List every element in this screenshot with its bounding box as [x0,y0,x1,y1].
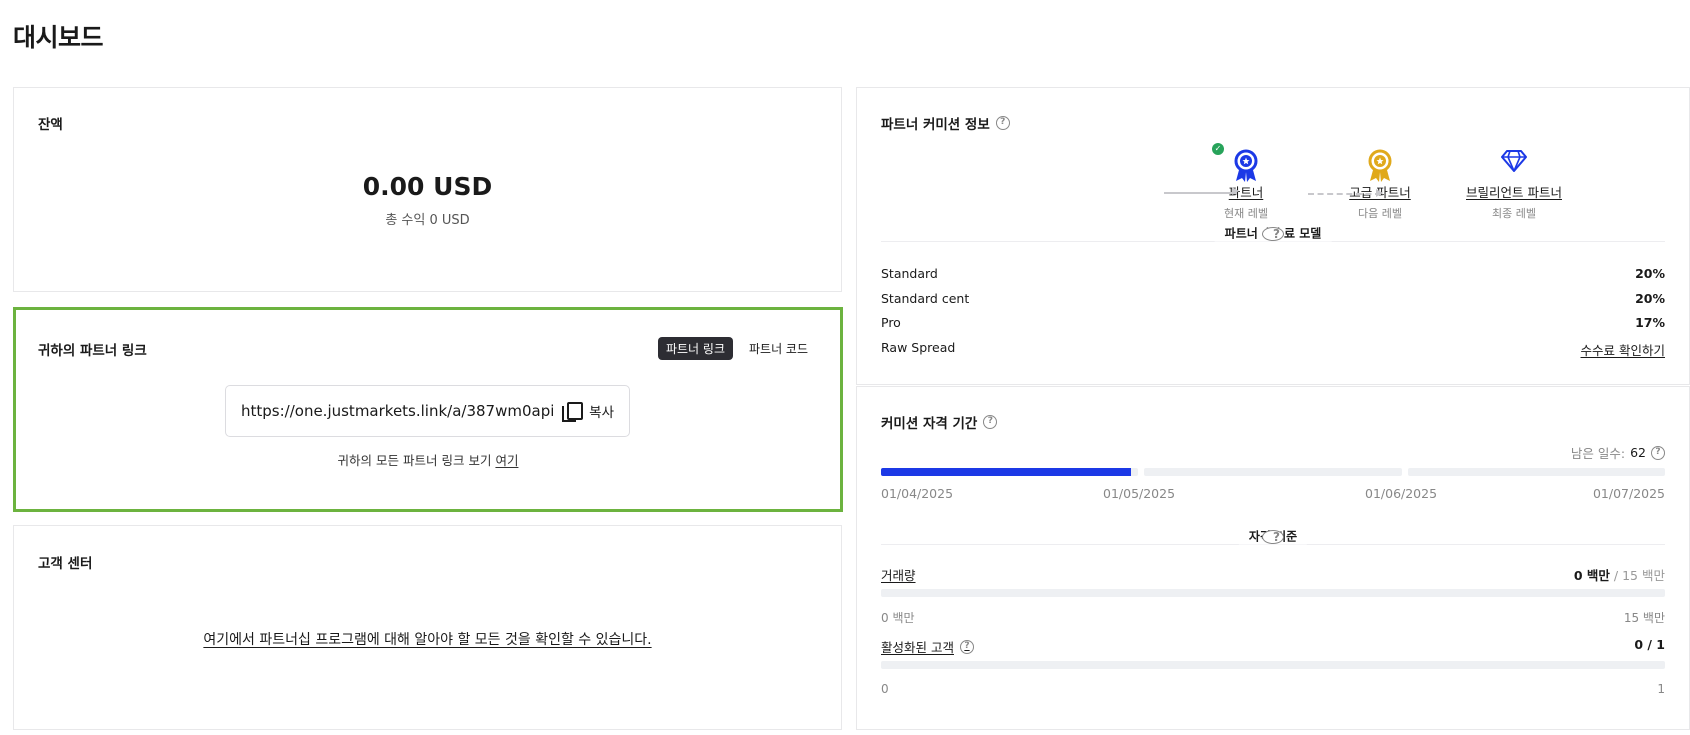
period-segment [1407,468,1665,476]
level-brilliant: 브릴리언트 파트너 최종 레벨 [1454,148,1574,221]
toggle-partner-link[interactable]: 파트너 링크 [657,337,733,360]
rate-value: 17% [1635,315,1665,330]
rate-name: Standard [881,266,938,281]
date-label: 01/04/2025 [881,486,954,501]
date-label: 01/05/2025 [1103,486,1176,501]
commission-card: 파트너 커미션 정보 ? ✓ 파트너 현재 레벨 고급 파트너 다음 레벨 브릴… [856,87,1690,385]
remaining-days: 남은 일수: 62 ? [1571,443,1665,462]
diamond-icon [1501,150,1527,172]
clients-scale: 0 1 [881,682,1665,696]
volume-value: 0 백만 / 15 백만 [1574,565,1665,584]
balance-card: 잔액 0.00 USD 총 수익 0 USD [13,87,842,292]
period-title-text: 커미션 자격 기간 [881,416,978,432]
fee-model-divider: 파트너 수수료 모델 ? [881,224,1665,242]
partner-link-card: 귀하의 파트너 링크 파트너 링크 파트너 코드 https://one.jus… [13,307,843,512]
support-card: 고객 센터 여기에서 파트너십 프로그램에 대해 알아야 할 모든 것을 확인할… [13,525,842,730]
balance-title: 잔액 [38,117,63,133]
criteria-divider: 자격 기준 ? [881,527,1665,545]
volume-link[interactable]: 거래량 [881,565,916,584]
commission-title-text: 파트너 커미션 정보 [881,117,990,133]
remaining-label: 남은 일수: [1570,446,1626,461]
qualification-period-card: 커미션 자격 기간 ? 남은 일수: 62 ? 01/04/2025 01/05… [856,386,1690,730]
clients-label: 활성화된 고객 [881,640,954,655]
rate-row: Standard 20% [881,266,1665,291]
help-icon[interactable]: ? [983,415,998,429]
partner-link-title: 귀하의 파트너 링크 [38,343,147,359]
help-icon[interactable]: ? [1262,530,1284,544]
copy-label: 복사 [589,405,614,421]
period-segment [1144,468,1402,476]
copy-button[interactable]: 복사 [561,401,614,422]
level-partner: ✓ 파트너 현재 레벨 [1186,143,1306,221]
rate-row: Pro 17% [881,315,1665,340]
medal-blue-icon [1234,149,1258,182]
volume-target: / 15 백만 [1613,568,1665,583]
check-icon: ✓ [1212,143,1224,155]
level-sub: 최종 레벨 [1492,207,1536,220]
copy-icon [561,401,584,422]
remaining-value: 62 [1630,445,1646,460]
all-links-label: 귀하의 모든 파트너 링크 보기 [337,453,492,468]
level-sub: 다음 레벨 [1358,207,1402,220]
link-code-toggle: 파트너 링크 파트너 코드 [657,337,816,360]
balance-amount: 0.00 USD [362,172,493,201]
all-links-text: 귀하의 모든 파트너 링크 보기 여기 [16,450,840,469]
period-title: 커미션 자격 기간 ? [881,412,998,432]
rate-value: 20% [1635,266,1665,281]
volume-min: 0 백만 [881,611,915,625]
clients-min: 0 [881,682,889,696]
period-segment [881,468,1139,476]
all-links-here-link[interactable]: 여기 [495,453,518,468]
volume-progress [881,589,1665,597]
rate-value: 20% [1635,290,1665,306]
arrow-icon [1164,187,1239,195]
help-icon[interactable]: ? [959,639,974,654]
rate-name: Standard cent [881,290,970,306]
dashed-arrow-icon [1308,189,1383,197]
volume-header: 거래량 0 백만 / 15 백만 [881,565,1665,584]
total-earnings: 총 수익 0 USD [385,213,470,228]
support-title: 고객 센터 [38,556,93,572]
help-icon[interactable]: ? [1262,227,1284,241]
volume-max: 15 백만 [1623,611,1665,625]
support-link[interactable]: 여기에서 파트너십 프로그램에 대해 알아야 할 모든 것을 확인할 수 있습니… [14,629,841,649]
rates-list: Standard 20% Standard cent 20% Pro 17% R… [881,266,1665,364]
date-label: 01/06/2025 [1365,486,1438,501]
clients-value: 0 / 1 [1634,637,1665,656]
level-sub: 현재 레벨 [1224,207,1268,220]
level-advanced: 고급 파트너 다음 레벨 [1320,148,1440,221]
volume-scale: 0 백만 15 백만 [881,609,1665,626]
partner-link-field[interactable]: https://one.justmarkets.link/a/387wm0api… [225,385,630,437]
toggle-partner-code[interactable]: 파트너 코드 [741,337,816,360]
commission-title: 파트너 커미션 정보 ? [881,113,1010,133]
check-fees-link[interactable]: 수수료 확인하기 [1581,340,1665,365]
clients-header: 활성화된 고객 ? 0 / 1 [881,637,1665,656]
medal-gold-icon [1368,149,1392,182]
period-progress [881,468,1665,476]
page-title: 대시보드 [13,23,104,52]
clients-current: 0 / 1 [1634,637,1665,652]
clients-max: 1 [1657,682,1665,696]
date-label: 01/07/2025 [1592,486,1665,501]
rate-name: Pro [881,315,901,330]
rate-name: Raw Spread [881,339,956,355]
level-name[interactable]: 브릴리언트 파트너 [1454,182,1574,201]
rate-row: Standard cent 20% [881,291,1665,316]
clients-link[interactable]: 활성화된 고객 ? [881,637,974,656]
help-icon[interactable]: ? [995,116,1010,130]
volume-current: 0 백만 [1573,568,1610,583]
partner-link-url: https://one.justmarkets.link/a/387wm0api… [241,402,554,420]
clients-progress [881,661,1665,669]
rate-row: Raw Spread 수수료 확인하기 [881,340,1665,365]
help-icon[interactable]: ? [1651,445,1665,460]
